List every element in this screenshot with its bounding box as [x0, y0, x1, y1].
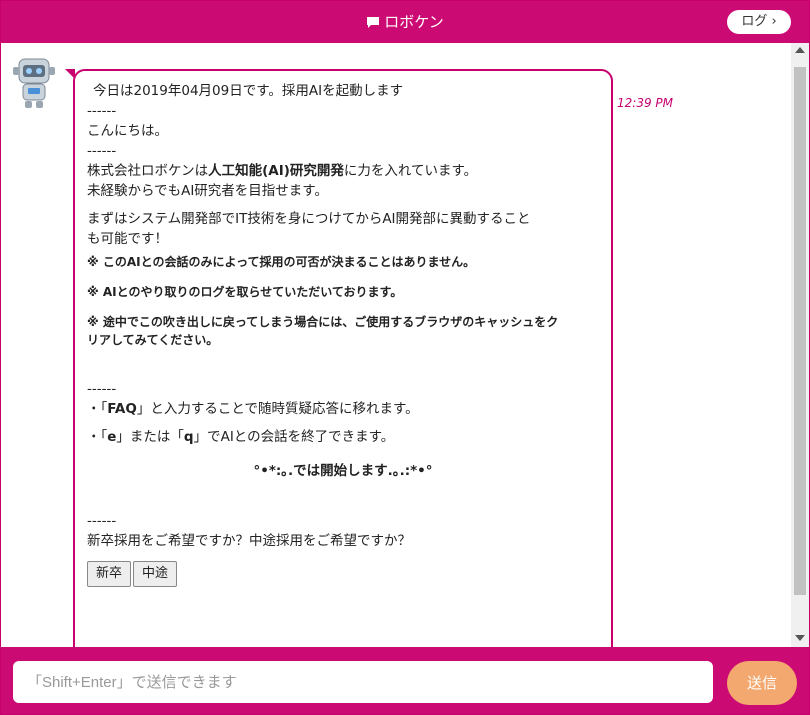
- chat-scrollbar[interactable]: [791, 43, 809, 647]
- chevron-right-icon: ›: [771, 14, 777, 29]
- chat-bubble-icon: [366, 15, 380, 33]
- greeting: こんにちは。: [87, 123, 168, 139]
- message-input[interactable]: [13, 661, 713, 703]
- notice-2: ※ AIとのやり取りのログを取らせていただいております。: [87, 285, 403, 299]
- choice-new-grad-button[interactable]: 新卒: [87, 561, 132, 587]
- input-bar: 送信: [1, 647, 809, 714]
- robot-avatar: [11, 57, 57, 109]
- exit-line: ・「e」または「q」でAIとの会話を終了できます。: [87, 429, 395, 445]
- bot-message-bubble: 今日は2019年04月09日です。採用AIを起動します ------ こんにちは…: [73, 69, 613, 647]
- message-timestamp: 12:39 PM: [617, 96, 673, 110]
- path-line-1: まずはシステム開発部でIT技術を身につけてからAI開発部に異動すること: [87, 211, 531, 227]
- separator: ------: [87, 103, 117, 119]
- company-line: 株式会社ロボケンは人工知能(AI)研究開発に力を入れています。: [87, 163, 478, 179]
- app-name: ロボケン: [384, 13, 444, 31]
- send-button[interactable]: 送信: [727, 661, 797, 705]
- path-line-2: も可能です！: [87, 231, 168, 247]
- scroll-down-arrow-icon[interactable]: [795, 635, 805, 641]
- separator: ------: [87, 513, 117, 529]
- chat-area[interactable]: 今日は2019年04月09日です。採用AIを起動します ------ こんにちは…: [1, 43, 809, 647]
- start-line: °•*:｡.では開始します.｡.:*•°: [253, 463, 433, 479]
- scroll-thumb[interactable]: [794, 67, 806, 595]
- inexperienced-line: 未経験からでもAI研究者を目指せます。: [87, 183, 328, 199]
- header-title: ロボケン: [1, 11, 809, 33]
- header-bar: ロボケン ログ ›: [1, 1, 809, 43]
- faq-line: ・「FAQ」と入力することで随時質疑応答に移れます。: [87, 401, 419, 417]
- choice-buttons: 新卒 中途: [87, 561, 599, 587]
- question-line: 新卒採用をご希望ですか？中途採用をご希望ですか？: [87, 533, 411, 549]
- date-line: 今日は2019年04月09日です。採用AIを起動します: [93, 83, 404, 99]
- scroll-up-arrow-icon[interactable]: [795, 47, 805, 53]
- notice-3: ※ 途中でこの吹き出しに戻ってしまう場合には、ご使用するブラウザのキャッシュをク…: [87, 315, 559, 347]
- log-button[interactable]: ログ ›: [727, 10, 791, 34]
- chat-app: ロボケン ログ › 今日は2019年04月09日です。採用AIを起動します --…: [0, 0, 810, 715]
- notice-1: ※ このAIとの会話のみによって採用の可否が決まることはありません。: [87, 255, 476, 269]
- separator: ------: [87, 143, 117, 159]
- separator: ------: [87, 381, 117, 397]
- choice-mid-career-button[interactable]: 中途: [133, 561, 178, 587]
